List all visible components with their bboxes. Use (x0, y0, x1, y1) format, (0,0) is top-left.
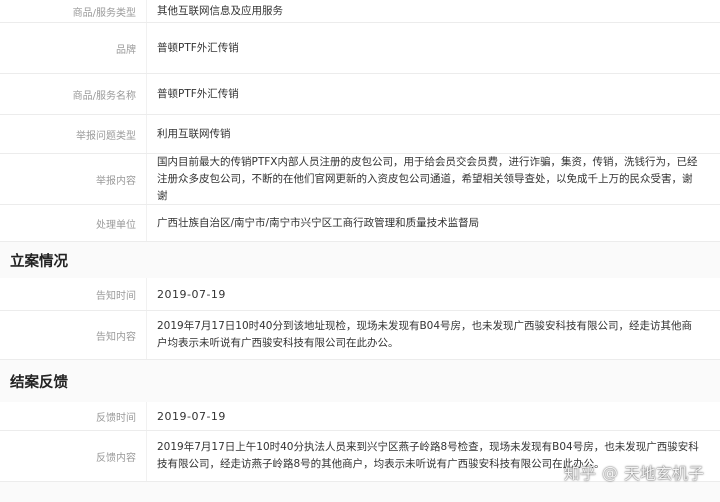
complaint-detail-page: 商品/服务类型 其他互联网信息及应用服务 品牌 普顿PTF外汇传销 商品/服务名… (0, 0, 720, 502)
section-title-filing: 立案情况 (0, 242, 720, 278)
row-value: 其他互联网信息及应用服务 (146, 0, 720, 22)
row-value: 国内目前最大的传销PTFX内部人员注册的皮包公司，用于给会员交会员费，进行诈骗，… (146, 154, 720, 204)
row-label: 告知内容 (96, 331, 136, 343)
detail-row-notice-content: 告知内容 2019年7月17日10时40分到该地址现检，现场未发现有B04号房，… (0, 311, 720, 360)
zhihu-watermark: 知乎 @ 天地玄机子 (564, 460, 704, 484)
row-label: 告知时间 (96, 290, 136, 302)
row-value: 普顿PTF外汇传销 (146, 74, 720, 114)
row-label: 举报问题类型 (76, 130, 136, 142)
row-label: 反馈时间 (96, 412, 136, 424)
detail-row-report-content: 举报内容 国内目前最大的传销PTFX内部人员注册的皮包公司，用于给会员交会员费，… (0, 154, 720, 205)
watermark-author: 天地玄机子 (623, 464, 704, 483)
detail-row-service-name: 商品/服务名称 普顿PTF外汇传销 (0, 74, 720, 115)
row-value: 2019-07-19 (146, 402, 720, 430)
detail-row-issue-type: 举报问题类型 利用互联网传销 (0, 115, 720, 154)
row-label: 商品/服务名称 (72, 90, 136, 102)
watermark-at-sign: @ (601, 462, 618, 482)
detail-row-feedback-time: 反馈时间 2019-07-19 (0, 402, 720, 431)
detail-row-brand: 品牌 普顿PTF外汇传销 (0, 23, 720, 74)
row-label: 品牌 (116, 44, 136, 56)
row-label: 反馈内容 (96, 452, 136, 464)
row-value: 广西壮族自治区/南宁市/南宁市兴宁区工商行政管理和质量技术监督局 (146, 205, 720, 241)
row-value: 2019-07-19 (146, 278, 720, 310)
watermark-site: 知乎 (563, 464, 596, 483)
row-label: 商品/服务类型 (72, 7, 136, 19)
detail-row-notice-time: 告知时间 2019-07-19 (0, 278, 720, 311)
row-value: 2019年7月17日10时40分到该地址现检，现场未发现有B04号房，也未发现广… (146, 311, 720, 359)
row-value: 普顿PTF外汇传销 (146, 23, 720, 73)
detail-row-handling-unit: 处理单位 广西壮族自治区/南宁市/南宁市兴宁区工商行政管理和质量技术监督局 (0, 205, 720, 242)
row-value: 利用互联网传销 (146, 115, 720, 153)
section-title-closing: 结案反馈 (0, 360, 720, 402)
detail-row-service-type: 商品/服务类型 其他互联网信息及应用服务 (0, 0, 720, 23)
row-label: 处理单位 (96, 219, 136, 231)
row-label: 举报内容 (96, 175, 136, 187)
